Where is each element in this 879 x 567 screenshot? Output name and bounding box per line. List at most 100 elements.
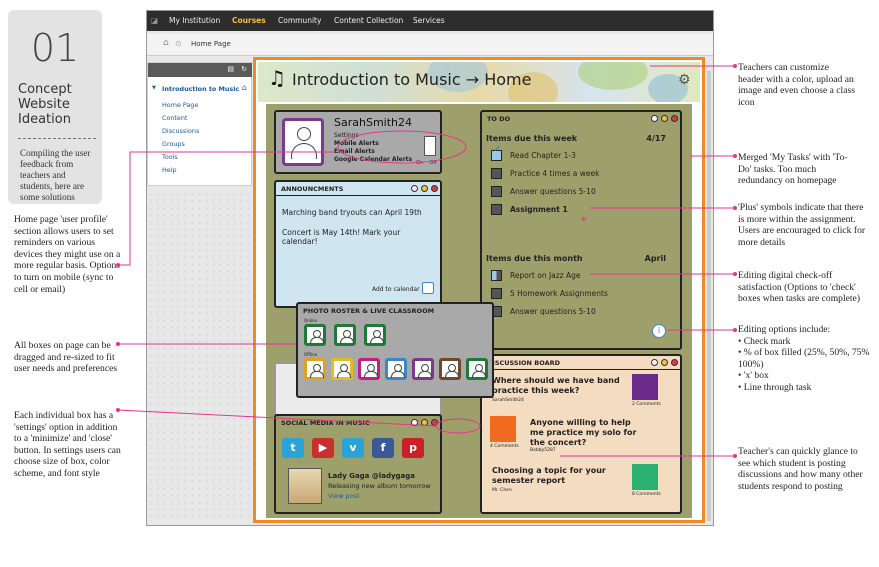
minimize-icon[interactable] <box>661 115 668 122</box>
online-student-avatar[interactable] <box>364 324 386 346</box>
calendar-icon[interactable] <box>422 282 434 294</box>
month-date: April <box>644 254 666 263</box>
task-label[interactable]: 5 Homework Assignments <box>510 289 608 298</box>
nav-content-collection[interactable]: Content Collection <box>334 11 403 31</box>
logo-icon: ◪ <box>151 16 159 25</box>
task-label[interactable]: Answer questions 5-10 <box>510 187 596 196</box>
twitter-icon[interactable]: t <box>282 438 304 458</box>
tweet-link[interactable]: View post <box>328 492 360 500</box>
nav-services[interactable]: Services <box>413 11 445 31</box>
home-icon[interactable]: ⌂ <box>163 38 169 48</box>
offline-student-avatar[interactable] <box>385 358 407 380</box>
scrollbar[interactable] <box>707 71 711 521</box>
minimize-icon[interactable] <box>661 359 668 366</box>
discussion-box[interactable]: DISCUSSION BOARD Where should we have ba… <box>480 354 682 514</box>
discussion-comment-count[interactable]: 8 Comments <box>632 492 661 497</box>
plus-icon[interactable]: + <box>580 215 588 225</box>
offline-student-avatar[interactable] <box>412 358 434 380</box>
close-icon[interactable] <box>431 185 438 192</box>
online-student-avatar[interactable] <box>334 324 356 346</box>
profile-setting[interactable]: Email Alerts <box>334 148 375 155</box>
profile-box[interactable]: SarahSmith24 Settings Mobile Alerts Email … <box>274 110 442 174</box>
avatar[interactable] <box>282 118 324 166</box>
announcements-box[interactable]: ANNOUNCMENTS Marching band tryouts can A… <box>274 180 442 308</box>
task-label[interactable]: Practice 4 times a week <box>510 169 599 178</box>
discussion-post-author[interactable]: SarahSmith24 <box>492 398 524 403</box>
profile-name: SarahSmith24 <box>334 116 412 129</box>
offline-student-avatar[interactable] <box>439 358 461 380</box>
close-icon[interactable] <box>431 419 438 426</box>
facebook-icon[interactable]: f <box>372 438 394 458</box>
breadcrumb-bar: ⌂ ⊙ Home Page <box>147 34 713 56</box>
task-checkbox[interactable] <box>491 288 502 299</box>
social-media-box[interactable]: SOCIAL MEDIA IN MUSIC t ▶ v f p Lady Gag… <box>274 414 442 514</box>
nav-courses[interactable]: Courses <box>232 11 266 31</box>
menu-item[interactable]: Discussions <box>162 127 199 135</box>
top-navigation: ◪ My Institution Courses Community Conte… <box>147 11 713 31</box>
editing-option: • Check mark <box>738 335 791 347</box>
minimize-icon[interactable] <box>421 419 428 426</box>
settings-icon[interactable] <box>411 185 418 192</box>
youtube-icon[interactable]: ▶ <box>312 438 334 458</box>
discussion-post-title[interactable]: Choosing a topic for your semester repor… <box>492 466 632 486</box>
refresh-icon[interactable]: ↻ <box>241 65 247 73</box>
discussion-comment-count[interactable]: 2 Comments <box>632 402 661 407</box>
online-student-avatar[interactable] <box>304 324 326 346</box>
profile-setting[interactable]: Google Calendar Alerts <box>334 156 412 163</box>
profile-setting[interactable]: Settings <box>334 132 359 139</box>
task-label[interactable]: Report on Jazz Age <box>510 271 581 280</box>
offline-student-avatar[interactable] <box>331 358 353 380</box>
menu-course-name[interactable]: Introduction to Music <box>162 85 239 93</box>
minimize-icon[interactable] <box>421 185 428 192</box>
task-checkbox[interactable] <box>491 204 502 215</box>
module-area: SarahSmith24 Settings Mobile Alerts Email … <box>266 104 692 518</box>
offline-student-avatar[interactable] <box>304 358 326 380</box>
task-checkbox[interactable] <box>491 270 502 281</box>
note-header: Teachers can customize header with a col… <box>738 62 855 108</box>
home-icon[interactable]: ⌂ <box>242 83 247 92</box>
offline-student-avatar[interactable] <box>358 358 380 380</box>
discussion-post-title[interactable]: Anyone willing to help me practice my so… <box>530 418 640 448</box>
settings-icon[interactable] <box>651 115 658 122</box>
folder-icon[interactable]: ▤ <box>227 65 234 73</box>
offline-student-avatar[interactable] <box>466 358 488 380</box>
menu-item[interactable]: Content <box>162 114 187 122</box>
discussion-comment-count[interactable]: 4 Comments <box>490 444 519 449</box>
menu-item[interactable]: Tools <box>162 153 178 161</box>
menu-item[interactable]: Help <box>162 166 177 174</box>
alert-toggle[interactable] <box>424 136 436 156</box>
profile-setting[interactable]: Mobile Alerts <box>334 140 379 147</box>
tweet-avatar[interactable] <box>288 468 322 504</box>
discussion-post-author[interactable]: Bobby5287 <box>530 448 556 453</box>
menu-item[interactable]: Groups <box>162 140 185 148</box>
discussion-color-tag <box>632 464 658 490</box>
close-icon[interactable] <box>671 115 678 122</box>
photo-roster-box[interactable]: PHOTO ROSTER & LIVE CLASSROOM Online Off… <box>296 302 494 398</box>
menu-item[interactable]: Home Page <box>162 101 198 109</box>
collapse-icon[interactable]: ▼ <box>152 85 156 91</box>
vimeo-icon[interactable]: v <box>342 438 364 458</box>
close-icon[interactable] <box>671 359 678 366</box>
breadcrumb[interactable]: Home Page <box>191 40 231 48</box>
task-label[interactable]: Assignment 1 <box>510 205 568 214</box>
pinterest-icon[interactable]: p <box>402 438 424 458</box>
settings-icon[interactable] <box>411 419 418 426</box>
task-label[interactable]: Answer questions 5-10 <box>510 307 596 316</box>
task-checkbox[interactable] <box>491 186 502 197</box>
gear-icon[interactable]: ⚙ <box>678 72 691 88</box>
task-label[interactable]: Read Chapter 1-3 <box>510 151 576 160</box>
dot-pattern <box>147 191 255 521</box>
divider <box>18 138 96 139</box>
nav-my-institution[interactable]: My Institution <box>169 11 220 31</box>
tweet-author[interactable]: Lady Gaga @ladygaga <box>328 472 415 480</box>
task-checkbox[interactable] <box>491 168 502 179</box>
todo-box[interactable]: TO DO Items due this week 4/17 Read Chap… <box>480 110 682 350</box>
discussion-post-title[interactable]: Where should we have band practice this … <box>492 376 632 396</box>
nav-community[interactable]: Community <box>278 11 321 31</box>
toggle-labels: On Off <box>416 160 437 166</box>
discussion-post-author[interactable]: Mr. Chen <box>492 488 512 493</box>
add-to-calendar-link[interactable]: Add to calendar <box>372 286 420 293</box>
settings-icon[interactable] <box>651 359 658 366</box>
info-icon[interactable]: i <box>652 324 666 338</box>
dropdown-icon[interactable]: ⊙ <box>175 39 182 48</box>
